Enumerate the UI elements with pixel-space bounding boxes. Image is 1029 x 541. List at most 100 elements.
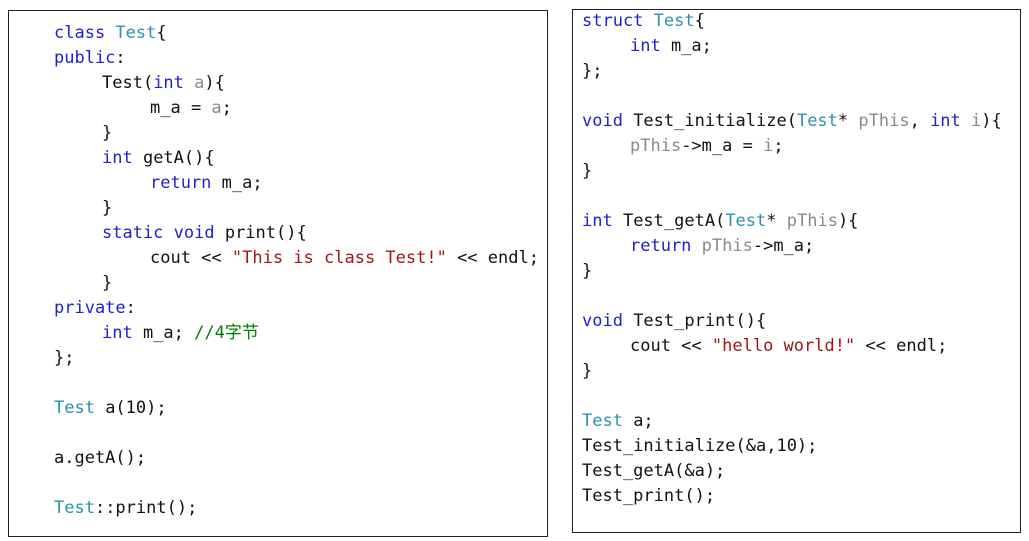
code-token: public bbox=[54, 48, 116, 68]
code-token: Test bbox=[725, 211, 767, 231]
code-token: private bbox=[54, 298, 126, 318]
code-line: return m_a; bbox=[150, 171, 263, 196]
code-line: void Test_print(){ bbox=[582, 309, 766, 334]
code-token: cout << bbox=[630, 336, 712, 356]
code-line: int m_a; bbox=[630, 34, 712, 59]
code-token: Test bbox=[582, 411, 623, 431]
code-line: a.getA(); bbox=[54, 446, 146, 471]
code-token: Test bbox=[796, 111, 838, 131]
code-token: int bbox=[102, 323, 143, 343]
code-token: } bbox=[102, 273, 113, 293]
code-token: i bbox=[763, 136, 774, 156]
code-token: m_a = bbox=[150, 98, 212, 118]
code-token: ; bbox=[221, 98, 232, 118]
code-token: ::print(); bbox=[94, 498, 198, 518]
code-line: } bbox=[582, 159, 592, 184]
code-token: ){ bbox=[204, 73, 225, 93]
code-line: } bbox=[102, 121, 112, 146]
code-token: cout << bbox=[150, 248, 232, 268]
code-line: private: bbox=[54, 296, 136, 321]
code-line: static void print(){ bbox=[102, 221, 307, 246]
code-line: public: bbox=[54, 46, 126, 71]
code-token: Test_getA(&a); bbox=[582, 461, 726, 481]
code-token: //4字节 bbox=[194, 323, 259, 343]
code-token: pThis bbox=[630, 136, 682, 156]
code-token: i bbox=[971, 111, 982, 131]
code-token: m_a; bbox=[670, 36, 712, 56]
code-token: int bbox=[102, 148, 143, 168]
code-line: m_a = a; bbox=[150, 96, 232, 121]
code-token: : bbox=[115, 48, 126, 68]
code-token: ; bbox=[773, 136, 784, 156]
code-token: ){ bbox=[981, 111, 1002, 131]
code-token: "hello world!" bbox=[711, 336, 856, 356]
code-line: Test_getA(&a); bbox=[582, 459, 725, 484]
code-token: } bbox=[102, 198, 113, 218]
code-token: << endl; bbox=[446, 248, 539, 268]
code-token: a(10); bbox=[94, 398, 167, 418]
code-token: a bbox=[194, 73, 205, 93]
c-struct-code-panel: struct Test{int m_a;}; void Test_initiali… bbox=[572, 9, 1021, 533]
code-line: Test a(10); bbox=[54, 396, 167, 421]
code-line: int Test_getA(Test* pThis){ bbox=[582, 209, 858, 234]
code-line: void Test_initialize(Test* pThis, int i)… bbox=[582, 109, 1002, 134]
code-token: Test bbox=[115, 23, 157, 43]
code-token: a; bbox=[622, 411, 654, 431]
code-token: void bbox=[582, 111, 634, 131]
code-line: } bbox=[582, 259, 592, 284]
code-token: return bbox=[150, 173, 222, 193]
code-line: Test::print(); bbox=[54, 496, 197, 521]
code-token: ){ bbox=[837, 211, 859, 231]
code-token: m_a; bbox=[142, 323, 195, 343]
code-token: a.getA(); bbox=[54, 448, 147, 468]
code-token: class bbox=[54, 23, 116, 43]
code-token: Test_initialize( bbox=[633, 111, 797, 131]
code-line: cout << "This is class Test!" << endl; bbox=[150, 246, 539, 271]
code-token: struct bbox=[582, 11, 654, 31]
code-line: } bbox=[582, 359, 592, 384]
code-token: pThis bbox=[701, 236, 753, 256]
code-line: int getA(){ bbox=[102, 146, 215, 171]
code-line: }; bbox=[582, 59, 602, 84]
code-token: { bbox=[694, 11, 705, 31]
code-token: << endl; bbox=[855, 336, 948, 356]
code-token: Test( bbox=[102, 73, 154, 93]
code-token: } bbox=[582, 361, 593, 381]
code-token: int bbox=[630, 36, 671, 56]
code-line: cout << "hello world!" << endl; bbox=[630, 334, 947, 359]
code-line: struct Test{ bbox=[582, 9, 705, 34]
code-token: int bbox=[582, 211, 623, 231]
code-token: getA(){ bbox=[142, 148, 215, 168]
code-token: Test_print(){ bbox=[633, 311, 767, 331]
code-line: pThis->m_a = i; bbox=[630, 134, 784, 159]
cpp-class-code-panel: class Test{public: Test(int a){m_a = a;} i… bbox=[8, 10, 548, 537]
code-token: pThis bbox=[858, 111, 910, 131]
code-token: print(){ bbox=[224, 223, 307, 243]
code-token: int bbox=[930, 111, 972, 131]
code-token: }; bbox=[54, 348, 75, 368]
code-token: * bbox=[837, 111, 859, 131]
code-token: void bbox=[582, 311, 634, 331]
code-token: ->m_a = bbox=[681, 136, 764, 156]
code-line: }; bbox=[54, 346, 74, 371]
code-token: Test bbox=[54, 398, 95, 418]
code-token: return bbox=[630, 236, 702, 256]
code-token: pThis bbox=[786, 211, 838, 231]
code-token: ->m_a; bbox=[752, 236, 815, 256]
code-token: * bbox=[766, 211, 787, 231]
code-token: } bbox=[102, 123, 113, 143]
code-token: Test bbox=[653, 11, 695, 31]
code-token: Test_initialize(&a,10); bbox=[582, 436, 818, 456]
code-token: , bbox=[909, 111, 931, 131]
code-token: { bbox=[156, 23, 167, 43]
code-token: } bbox=[582, 261, 593, 281]
code-line: Test_initialize(&a,10); bbox=[582, 434, 817, 459]
code-token: }; bbox=[582, 61, 603, 81]
code-line: } bbox=[102, 196, 112, 221]
code-token: int bbox=[153, 73, 195, 93]
code-token: static void bbox=[102, 223, 225, 243]
code-token: m_a; bbox=[221, 173, 263, 193]
code-token: : bbox=[125, 298, 136, 318]
code-token: Test_getA( bbox=[622, 211, 726, 231]
code-token: Test_print(); bbox=[582, 486, 716, 506]
